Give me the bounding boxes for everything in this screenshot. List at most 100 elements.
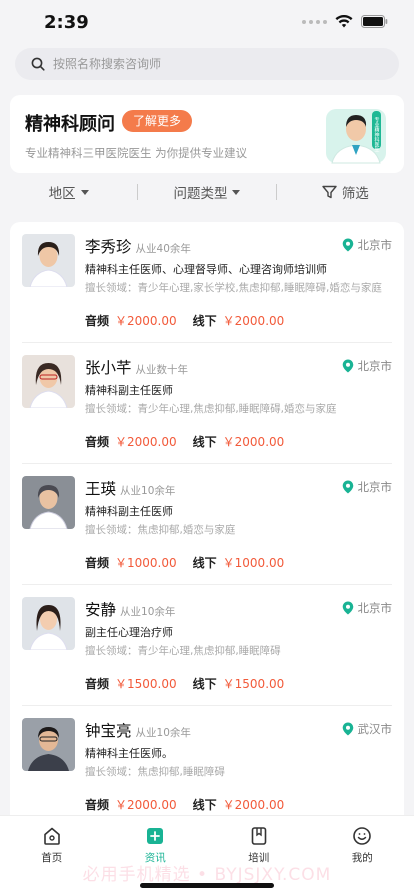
filter-question-type[interactable]: 问题类型 [138, 182, 275, 202]
signal-icon [302, 19, 327, 24]
search-bar[interactable] [15, 48, 399, 80]
location-pin-icon [342, 722, 353, 736]
doctor-name: 安静 [85, 601, 117, 619]
doctor-card[interactable]: 李秀珍 从业40余年 北京市 精神科主任医师、心理督导师、心理咨询师培训师 擅长领… [10, 222, 404, 343]
doctor-experience: 从业10余年 [120, 485, 176, 497]
doctor-location-text: 北京市 [357, 480, 393, 494]
doctor-title: 副主任心理治疗师 [85, 626, 173, 639]
caret-down-icon [232, 189, 241, 195]
offline-label: 线下 [192, 677, 217, 691]
doctor-location: 北京市 [342, 237, 393, 253]
doctor-avatar [22, 234, 75, 287]
filter-screen-label: 筛选 [341, 186, 369, 202]
banner-subtitle: 专业精神科三甲医院医生 为你提供专业建议 [25, 146, 248, 160]
audio-label: 音频 [85, 677, 110, 691]
doctor-experience: 从业10余年 [135, 727, 191, 739]
doctor-prices: 音频 ￥1500.00 线下 ￥1500.00 [85, 675, 284, 692]
banner-doctor-illustration: 专业精神科医生 [326, 109, 386, 164]
doctor-location-text: 武汉市 [357, 722, 393, 736]
doctor-specialty: 擅长领域：青少年心理,焦虑抑郁,睡眠障碍 [85, 645, 281, 657]
doctor-list: 李秀珍 从业40余年 北京市 精神科主任医师、心理督导师、心理咨询师培训师 擅长领… [10, 222, 404, 822]
doctor-name: 钟宝亮 [85, 722, 132, 740]
audio-label: 音频 [85, 556, 110, 570]
doctor-prices: 音频 ￥2000.00 线下 ￥2000.00 [85, 796, 284, 813]
doctor-name-line: 王瑛 从业10余年 [85, 477, 175, 499]
doctor-location-text: 北京市 [357, 359, 393, 373]
home-indicator[interactable] [140, 883, 274, 888]
search-icon [31, 57, 45, 71]
doctor-specialty: 擅长领域：焦虑抑郁,睡眠障碍 [85, 766, 225, 778]
audio-label: 音频 [85, 798, 110, 812]
doctor-card[interactable]: 安静 从业10余年 北京市 副主任心理治疗师 擅长领域：青少年心理,焦虑抑郁,睡眠… [10, 585, 404, 706]
doctor-location-text: 北京市 [357, 601, 393, 615]
wifi-icon [335, 15, 353, 28]
funnel-icon [322, 185, 337, 199]
doctor-name-line: 钟宝亮 从业10余年 [85, 719, 191, 741]
filter-screen-button[interactable]: 筛选 [277, 182, 414, 202]
offline-price: ￥2000.00 [222, 435, 285, 449]
offline-price: ￥2000.00 [222, 314, 285, 328]
location-pin-icon [342, 601, 353, 615]
doctor-avatar [22, 718, 75, 771]
offline-label: 线下 [192, 435, 217, 449]
status-bar: 2:39 [0, 0, 414, 44]
offline-label: 线下 [192, 798, 217, 812]
audio-label: 音频 [85, 314, 110, 328]
filter-type-label: 问题类型 [173, 186, 228, 202]
audio-price: ￥1000.00 [115, 556, 177, 570]
caret-down-icon [80, 189, 89, 195]
doctor-card[interactable]: 王瑛 从业10余年 北京市 精神科副主任医师 擅长领域：焦虑抑郁,婚恋与家庭 音频… [10, 464, 404, 585]
training-icon [251, 827, 267, 845]
audio-price: ￥1500.00 [115, 677, 177, 691]
news-icon [147, 828, 164, 844]
doctor-avatar [22, 355, 75, 408]
offline-price: ￥2000.00 [222, 798, 285, 812]
doctor-title: 精神科主任医师。 [85, 747, 173, 760]
banner-badge-text: 专业精神科医生 [374, 116, 380, 152]
location-pin-icon [342, 480, 353, 494]
filter-bar: 地区 问题类型 筛选 [0, 176, 414, 208]
banner-title: 精神科顾问 [25, 114, 115, 135]
doctor-card[interactable]: 钟宝亮 从业10余年 武汉市 精神科主任医师。 擅长领域：焦虑抑郁,睡眠障碍 音频… [10, 706, 404, 822]
offline-label: 线下 [192, 314, 217, 328]
doctor-name: 李秀珍 [85, 238, 132, 256]
doctor-name: 张小芊 [85, 359, 132, 377]
doctor-card[interactable]: 张小芊 从业数十年 北京市 精神科副主任医师 擅长领域：青少年心理,焦虑抑郁,睡眠… [10, 343, 404, 464]
status-time: 2:39 [44, 12, 89, 33]
doctor-experience: 从业数十年 [135, 364, 189, 376]
doctor-location: 武汉市 [342, 721, 393, 737]
doctor-location: 北京市 [342, 479, 393, 495]
home-icon [43, 827, 60, 845]
audio-price: ￥2000.00 [115, 314, 177, 328]
doctor-prices: 音频 ￥2000.00 线下 ￥2000.00 [85, 312, 284, 329]
audio-price: ￥2000.00 [115, 798, 177, 812]
doctor-location-text: 北京市 [357, 238, 393, 252]
filter-region[interactable]: 地区 [0, 182, 137, 202]
learn-more-button[interactable]: 了解更多 [122, 110, 192, 132]
doctor-specialty: 擅长领域：青少年心理,家长学校,焦虑抑郁,睡眠障碍,婚恋与家庭 [85, 282, 382, 294]
location-pin-icon [342, 359, 353, 373]
doctor-name: 王瑛 [85, 480, 117, 498]
doctor-title: 精神科副主任医师 [85, 384, 173, 397]
doctor-specialty: 擅长领域：焦虑抑郁,婚恋与家庭 [85, 524, 236, 536]
audio-label: 音频 [85, 435, 110, 449]
offline-price: ￥1500.00 [222, 677, 285, 691]
location-pin-icon [342, 238, 353, 252]
doctor-title: 精神科副主任医师 [85, 505, 173, 518]
doctor-title: 精神科主任医师、心理督导师、心理咨询师培训师 [85, 263, 327, 276]
doctor-name-line: 安静 从业10余年 [85, 598, 175, 620]
doctor-location: 北京市 [342, 358, 393, 374]
filter-region-label: 地区 [48, 186, 76, 202]
doctor-prices: 音频 ￥2000.00 线下 ￥2000.00 [85, 433, 284, 450]
doctor-specialty: 擅长领域：青少年心理,焦虑抑郁,睡眠障碍,婚恋与家庭 [85, 403, 337, 415]
doctor-location: 北京市 [342, 600, 393, 616]
doctor-name-line: 张小芊 从业数十年 [85, 356, 188, 378]
watermark: 必用手机精选 • BYJSJXY.COM [82, 865, 332, 885]
banner-card[interactable]: 精神科顾问 专业精神科三甲医院医生 为你提供专业建议 专业精神科医生 [10, 95, 404, 173]
search-input[interactable] [53, 57, 373, 71]
profile-icon [353, 827, 372, 845]
doctor-experience: 从业40余年 [135, 243, 191, 255]
doctor-prices: 音频 ￥1000.00 线下 ￥1000.00 [85, 554, 284, 571]
status-icons [302, 15, 388, 28]
audio-price: ￥2000.00 [115, 435, 177, 449]
